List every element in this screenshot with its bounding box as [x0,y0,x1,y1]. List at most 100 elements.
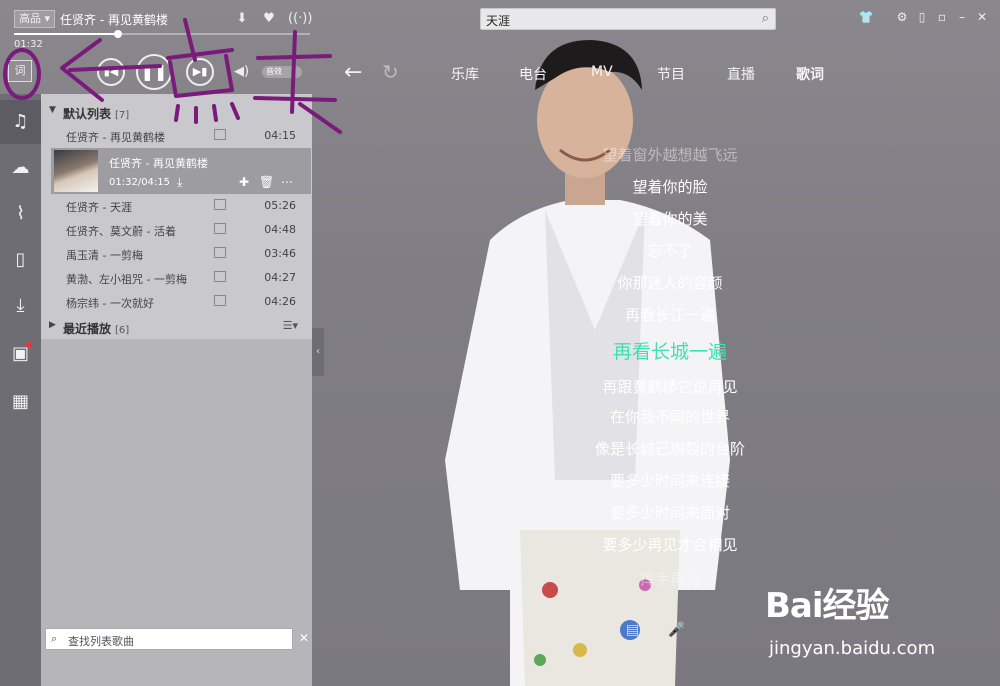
apps-grid-icon[interactable]: ▦ [0,380,41,424]
top-bar: 高品 ▾ 任贤齐 - 再见黄鹤楼 ⬇ ♥ ((·)) 天涯 ⌕ 👕 ⚙ ▯ ▫ … [0,0,1000,36]
song-duration: 05:26 [264,199,296,212]
download-tray-icon[interactable]: ⤓ [0,284,41,328]
lyric-line: 要多少时间来面对 [609,504,730,522]
skin-icon[interactable]: 👕 [858,10,874,24]
lyric-line: 望着你的美 [632,210,708,228]
quality-selector[interactable]: 高品 ▾ [14,10,56,28]
watermark-url: jingyan.baidu.com [769,638,936,659]
music-note-icon[interactable]: ♫ [0,100,41,144]
lyric-line-current: 再看长城一遍 [612,341,727,363]
now-playing-item-time: 01:32/04:15 [109,177,171,188]
mv-icon[interactable] [214,129,226,140]
lyric-line: 再看长江一遍 [624,306,715,324]
search-box[interactable]: 天涯 ⌕ [480,8,776,30]
group-count: [7] [115,110,130,121]
sound-effect-toggle[interactable]: 音效 [262,66,302,78]
lyric-line: 像是长城已崩裂的台阶 [594,440,745,458]
group-name: 最近播放 [63,322,112,336]
song-title: 任贤齐 - 再见黄鹤楼 [66,131,165,144]
mv-icon[interactable] [214,199,226,210]
list-menu-icon[interactable]: ☰▾ [283,319,298,332]
list-item[interactable]: 禹玉清 - 一剪梅 03:46 [41,242,312,266]
back-arrow-icon[interactable]: ← [344,60,362,85]
mv-icon[interactable] [214,223,226,234]
mv-icon[interactable] [214,271,226,282]
store-icon[interactable]: ▣ [0,332,41,376]
notification-dot [26,342,32,348]
now-playing-item[interactable]: 任贤齐 - 再见黄鹤楼 01:32/04:15 ⤓ ✚ 🗑 ⋯ [51,148,311,194]
download-icon[interactable]: ⤓ [177,175,182,190]
gear-icon[interactable]: ⚙ [894,10,910,24]
sidebar: ♫ ☁ ⌇ ▯ ⤓ ▣ ▦ [0,94,41,686]
mv-icon[interactable] [214,247,226,258]
previous-button[interactable]: ▮◀ [97,58,125,86]
quality-label: 高品 [19,12,41,25]
lyric-line: 忘不了 [647,242,693,260]
lyric-line: 你那迷人的容颜 [617,274,723,292]
broadcast-icon[interactable]: ((·)) [288,10,312,28]
list-item[interactable]: 任贤齐、莫文蔚 - 活着 04:48 [41,218,312,242]
microphone-icon[interactable]: 🎤 [668,622,685,638]
recent-list-header[interactable]: ▶ 最近播放 [6] ☰▾ [41,315,312,339]
more-icon[interactable]: ⋯ [281,175,293,189]
list-item[interactable]: 任贤齐 - 再见黄鹤楼 04:15 [41,124,312,148]
default-list-header[interactable]: ▼ 默认列表 [7] [41,100,312,124]
lyric-line: 再跟黄鹤楼它说再见 [602,378,738,396]
mv-icon[interactable]: ▤ [626,622,639,638]
song-duration: 04:27 [264,271,296,284]
close-icon[interactable]: ✕ [299,631,309,645]
now-playing-title: 任贤齐 - 再见黄鹤楼 [60,13,168,27]
playlist-search-field[interactable]: ⌕ 查找列表歌曲 [45,628,293,650]
search-icon[interactable]: ⌕ [762,11,769,26]
minimize-icon[interactable]: – [954,10,970,24]
tab-mv[interactable]: MV [591,64,613,80]
song-duration: 03:46 [264,247,296,260]
song-title: 任贤齐 - 天涯 [66,201,132,214]
expand-arrow-icon: ▼ [49,105,56,115]
playlist-search-placeholder: 查找列表歌曲 [68,635,134,648]
list-item[interactable]: 黄渤、左小祖咒 - 一剪梅 04:27 [41,266,312,290]
volume-icon[interactable]: ◀) [234,64,249,79]
song-duration: 04:15 [264,129,296,142]
tab-lyrics[interactable]: 歌词 [796,64,824,84]
download-icon[interactable]: ⬇ [233,10,251,28]
cloud-icon[interactable]: ☁ [0,146,41,190]
lyric-line: 要多少时间来连接 [609,472,730,490]
progress-bar[interactable] [14,30,310,38]
song-duration: 04:48 [264,223,296,236]
lyric-line: 在你我不同的世界 [609,408,730,426]
mobile-icon[interactable]: ▯ [914,10,930,24]
song-title: 黄渤、左小祖咒 - 一剪梅 [66,273,187,286]
next-button[interactable]: ▶▮ [186,58,214,86]
list-item[interactable]: 任贤齐 - 天涯 05:26 [41,194,312,218]
radio-tower-icon[interactable]: ⌇ [0,192,41,236]
progress-handle[interactable] [113,30,122,38]
group-count: [6] [115,325,130,336]
tab-library[interactable]: 乐库 [451,64,479,84]
playlist-panel: ▼ 默认列表 [7] 任贤齐 - 再见黄鹤楼 04:15 任贤齐 - 再见黄鹤楼 … [41,94,312,686]
song-title: 杨宗纬 - 一次就好 [66,297,154,310]
song-title: 禹玉清 - 一剪梅 [66,249,143,262]
song-duration: 04:26 [264,295,296,308]
heart-icon[interactable]: ♥ [260,10,278,28]
song-title: 任贤齐、莫文蔚 - 活着 [66,225,176,238]
search-input[interactable]: 天涯 [486,12,510,29]
trash-icon[interactable]: 🗑 [259,175,274,189]
mv-icon[interactable] [214,295,226,306]
sound-effect-label: 音效 [266,67,282,76]
collapse-panel-handle[interactable]: ‹ [312,328,324,376]
refresh-icon[interactable]: ↻ [382,60,399,84]
mini-mode-icon[interactable]: ▫ [934,10,950,24]
tab-live[interactable]: 直播 [727,64,755,84]
close-icon[interactable]: ✕ [974,10,990,24]
lyric-line: 要多少再见才会相见 [602,536,738,554]
list-item[interactable]: 杨宗纬 - 一次就好 04:26 [41,290,312,314]
add-icon[interactable]: ✚ [239,175,249,189]
tab-programs[interactable]: 节目 [657,64,685,84]
collapse-arrow-icon: ▶ [49,320,56,330]
lyric-toggle-button[interactable]: 词 [8,60,32,82]
pause-button[interactable]: ❚❚ [136,54,172,90]
phone-icon[interactable]: ▯ [0,238,41,282]
tab-radio[interactable]: 电台 [519,64,547,84]
search-icon: ⌕ [51,632,58,645]
